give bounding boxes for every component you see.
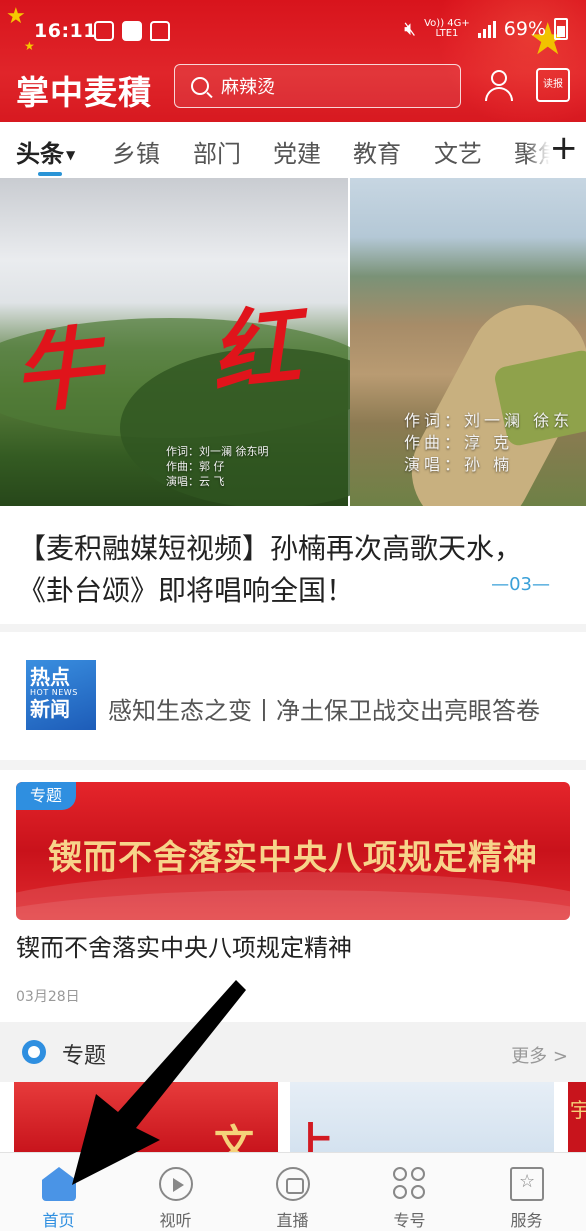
topic-thumbnails: 文 上 宇 [0,1082,586,1152]
tab-indicator [38,172,62,176]
status-right: 🔇︎ Vo)) 4G+ LTE1 69% [404,18,568,40]
play-icon [159,1167,193,1201]
status-bar: 16:11 🔇︎ Vo)) 4G+ LTE1 69% [0,14,586,50]
nav-home[interactable]: 首页 [0,1153,117,1231]
thumb-glyph: 宇 [570,1098,586,1122]
app-bar: 掌中麦積 麻辣烫 读报 [0,62,586,112]
carousel-pager: —03— [491,574,550,595]
nav-channels[interactable]: 专号 [351,1153,468,1231]
topic-card[interactable]: 锲而不舍落实中央八项规定精神 专题 锲而不舍落实中央八项规定精神 03月28日 [0,770,586,1022]
thumb-glyph: 文 [214,1122,254,1152]
tab-arts[interactable]: 文艺 [434,134,482,169]
live-icon [276,1167,310,1201]
tab-party[interactable]: 党建 [273,134,321,169]
caret-down-icon: ▼ [66,148,76,162]
search-input[interactable]: 麻辣烫 [174,64,461,108]
topic-badge: 专题 [16,782,77,810]
nav-label: 首页 [42,1211,75,1230]
slide-credits: 作词：刘一澜 徐东明 作曲：郭 仔 演唱：云 飞 [166,445,269,488]
checkbox-icon [122,21,142,41]
nav-media[interactable]: 视听 [117,1153,234,1231]
slide-credits: 作词：刘一澜 徐东 作曲：淳 克 演唱：孙 楠 [404,411,574,474]
nav-live[interactable]: 直播 [234,1153,351,1231]
user-icon[interactable] [482,68,516,102]
search-icon [191,77,209,95]
carousel-slide[interactable]: 牛 红 作词：刘一澜 徐东明 作曲：郭 仔 演唱：云 飞 [0,178,420,506]
carousel-headline[interactable]: 【麦积融媒短视频】孙楠再次高歌天水，《卦台颂》即将唱响全国！ —03— [0,506,586,624]
tab-education[interactable]: 教育 [353,134,401,169]
topic-section-icon [22,1040,46,1064]
topic-thumbnail[interactable]: 上 [290,1082,554,1152]
network-bottom: LTE1 [435,28,459,39]
tab-departments[interactable]: 部门 [193,134,241,169]
nav-label: 专号 [393,1211,426,1230]
more-link[interactable]: 更多 > [511,1042,568,1068]
hot-news-text: 感知生态之变丨净土保卫战交出亮眼答卷 [108,697,540,725]
tab-towns[interactable]: 乡镇 [112,134,160,169]
battery-percent: 69% [503,18,546,40]
banner-text: 锲而不舍落实中央八项规定精神 [48,838,538,878]
add-tab-icon[interactable]: + [550,126,579,170]
read-label: 读报 [543,79,563,90]
topic-banner[interactable]: 锲而不舍落实中央八项规定精神 专题 [16,782,570,920]
nav-label: 直播 [276,1211,309,1230]
signal-icon [477,20,496,38]
grid-icon [393,1167,427,1201]
topic-title: 锲而不舍落实中央八项规定精神 [16,934,352,962]
bottom-nav: 首页 视听 直播 专号 服务 [0,1152,586,1231]
app-root: ★ ★ ★ 16:11 🔇︎ Vo)) 4G+ LTE1 69% 掌中麦積 麻辣… [0,0,586,1231]
topic-thumbnail[interactable]: 文 [14,1082,278,1152]
divider [0,760,586,770]
status-time: 16:11 [34,20,97,42]
app-header: ★ ★ ★ 16:11 🔇︎ Vo)) 4G+ LTE1 69% 掌中麦積 麻辣… [0,0,586,122]
status-notification-icons [94,21,170,41]
divider [0,624,586,632]
hot-news-item[interactable]: 热点 HOT NEWS 新闻 感知生态之变丨净土保卫战交出亮眼答卷 [0,632,586,760]
sim-icon [94,21,114,41]
nav-services[interactable]: 服务 [468,1153,585,1231]
hot-news-logo: 热点 HOT NEWS 新闻 [26,660,96,730]
home-icon [42,1167,76,1201]
section-title: 专题 [62,1044,107,1069]
topic-thumbnail[interactable]: 宇 [568,1082,586,1152]
nav-label: 服务 [510,1211,543,1230]
app-logo: 掌中麦積 [16,73,152,112]
topic-date: 03月28日 [16,989,80,1005]
network-indicator: Vo)) 4G+ LTE1 [424,19,470,39]
tab-label: 头条 [16,140,64,168]
tab-headline[interactable]: 头条 ▼ [16,134,75,169]
section-header: 专题 更多 > [0,1022,586,1082]
mute-icon: 🔇︎ [404,18,417,40]
star-icon [510,1167,544,1201]
nav-label: 视听 [159,1211,192,1230]
search-placeholder: 麻辣烫 [221,77,275,98]
lock-icon [150,21,170,41]
battery-icon [554,18,568,40]
headline-text: 【麦积融媒短视频】孙楠再次高歌天水，《卦台颂》即将唱响全国！ [18,532,523,607]
newspaper-icon[interactable]: 读报 [536,68,570,102]
featured-carousel[interactable]: 牛 红 作词：刘一澜 徐东明 作曲：郭 仔 演唱：云 飞 作词：刘一澜 徐东 作… [0,178,586,506]
thumb-glyph: 上 [290,1119,334,1152]
category-tabs: 头条▼ 乡镇 部门 党建 教育 文艺 聚焦 + [0,122,586,178]
